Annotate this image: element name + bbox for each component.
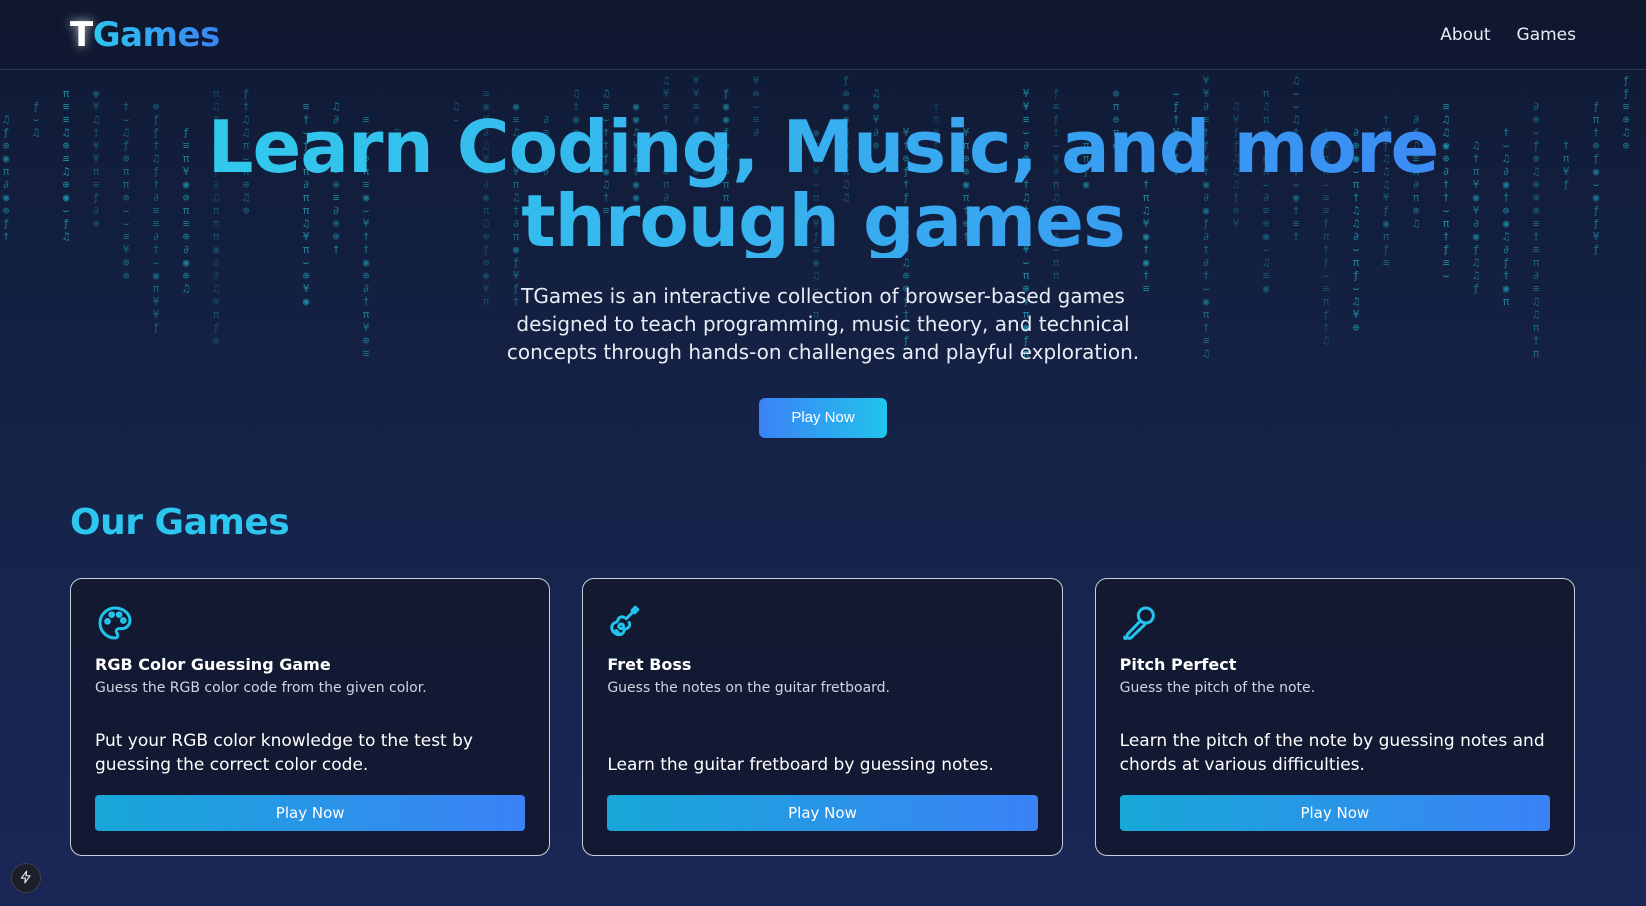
hero-title: Learn Coding, Music, and more through ga… bbox=[43, 110, 1603, 258]
nav-games-link[interactable]: Games bbox=[1517, 25, 1576, 45]
fret-boss-play-now-button[interactable]: Play Now bbox=[607, 795, 1038, 831]
page: ♫ ƒ ⊕ ◉ π ∂ ◉ ⊕ ƒ † ƒ ⌣ ♫ π ≡ ≡ ♫ ⊕ ≡ ♫ … bbox=[0, 0, 1646, 906]
microphone-icon bbox=[1120, 603, 1550, 643]
logo-text: Games bbox=[92, 14, 221, 55]
hero-section: Learn Coding, Music, and more through ga… bbox=[0, 110, 1646, 438]
game-card-rgb: RGB Color Guessing Game Guess the RGB co… bbox=[70, 578, 551, 856]
games-card-list: RGB Color Guessing Game Guess the RGB co… bbox=[70, 578, 1575, 856]
nav-about-link[interactable]: About bbox=[1440, 25, 1490, 45]
game-card-fret-boss: Fret Boss Guess the notes on the guitar … bbox=[582, 578, 1063, 856]
card-subtitle: Guess the notes on the guitar fretboard. bbox=[607, 680, 891, 696]
hero-description: TGames is an interactive collection of b… bbox=[506, 284, 1140, 364]
palette-icon bbox=[95, 603, 525, 643]
card-subtitle: Guess the pitch of the note. bbox=[1119, 680, 1316, 696]
site-header: TGames About Games bbox=[0, 0, 1646, 70]
rgb-play-now-button[interactable]: Play Now bbox=[95, 795, 526, 831]
card-title: Fret Boss bbox=[607, 655, 692, 674]
games-section-title: Our Games bbox=[70, 502, 290, 543]
dev-tools-badge[interactable] bbox=[11, 863, 41, 893]
card-title: Pitch Perfect bbox=[1119, 655, 1237, 674]
logo-letter: T bbox=[70, 14, 93, 55]
main-nav: About Games bbox=[1440, 25, 1576, 45]
card-description: Learn the pitch of the note by guessing … bbox=[1119, 731, 1545, 775]
card-title: RGB Color Guessing Game bbox=[95, 655, 331, 674]
lightning-icon bbox=[19, 869, 33, 888]
hero-play-now-button[interactable]: Play Now bbox=[759, 398, 887, 438]
game-card-pitch-perfect: Pitch Perfect Guess the pitch of the not… bbox=[1094, 578, 1575, 856]
card-subtitle: Guess the RGB color code from the given … bbox=[95, 680, 427, 696]
card-description: Learn the guitar fretboard by guessing n… bbox=[607, 755, 994, 775]
pitch-perfect-play-now-button[interactable]: Play Now bbox=[1119, 795, 1550, 831]
logo[interactable]: TGames bbox=[70, 15, 220, 55]
guitar-icon bbox=[607, 603, 1037, 643]
card-description: Put your RGB color knowledge to the test… bbox=[95, 731, 473, 775]
